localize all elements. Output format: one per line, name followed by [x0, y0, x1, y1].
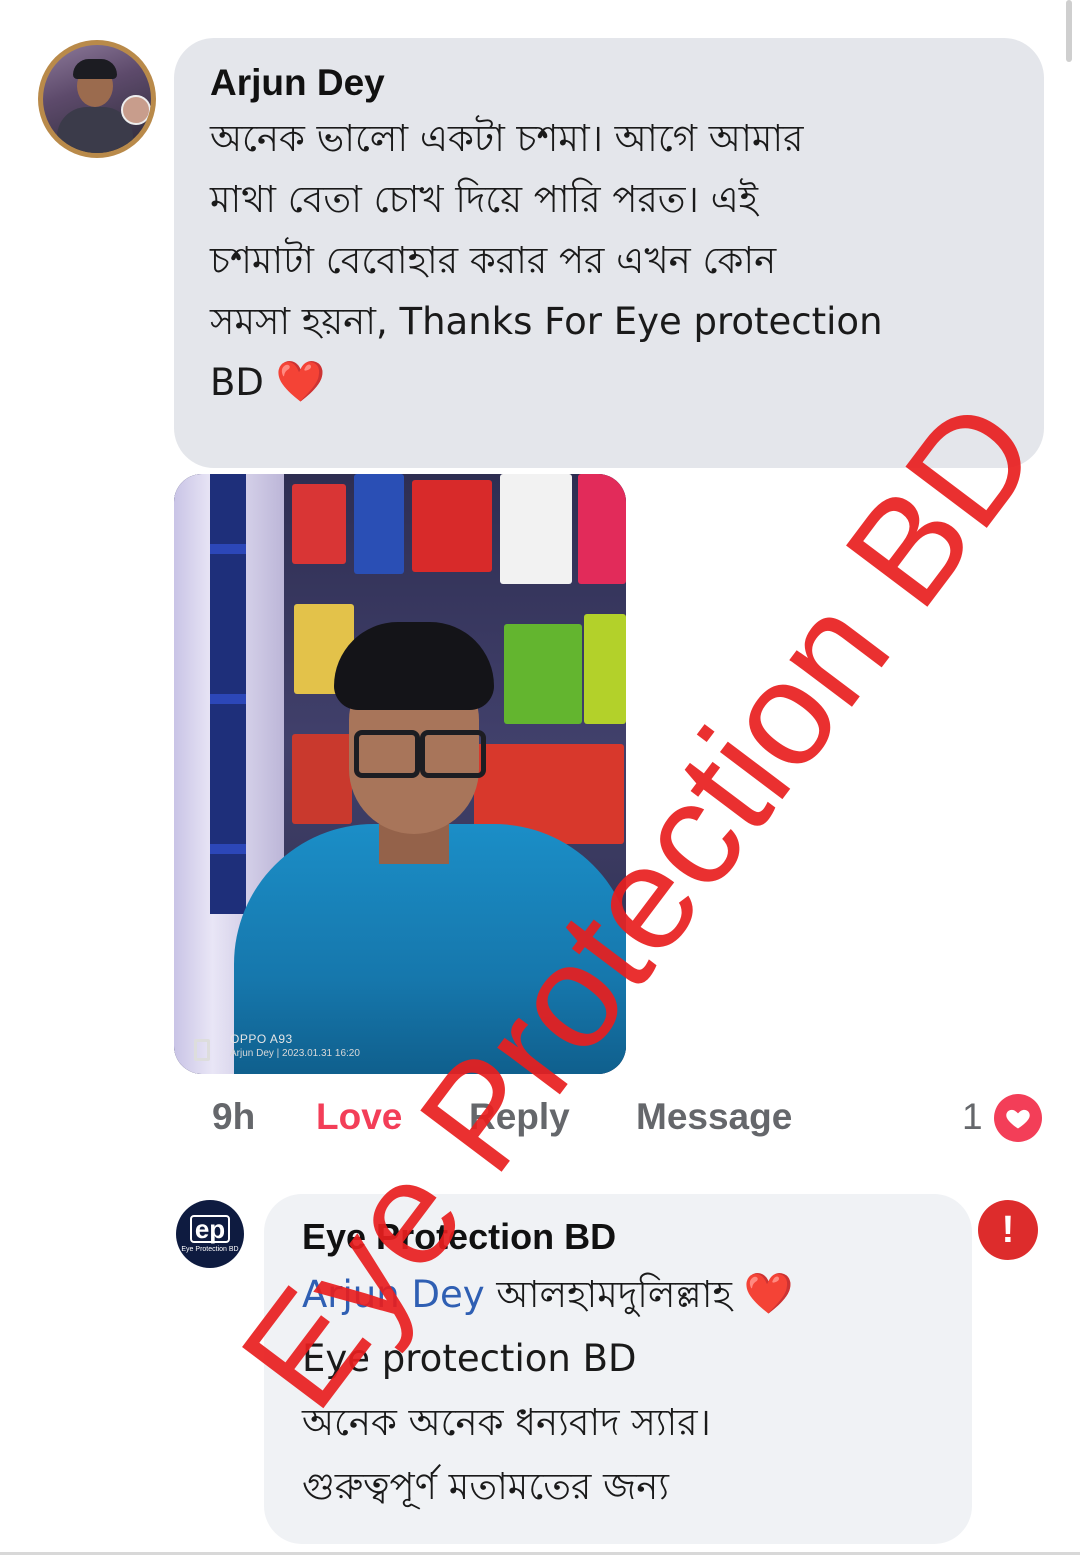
page-avatar[interactable]: ep Eye Protection BD — [176, 1200, 244, 1268]
comment-author[interactable]: Arjun Dey — [210, 60, 1008, 106]
mention-link[interactable]: Arjun Dey — [302, 1273, 485, 1316]
heart-emoji-icon: ❤️ — [743, 1271, 794, 1317]
reply-text: Arjun Dey আলহামদুলিল্লাহ ❤️ Eye protecti… — [302, 1262, 934, 1519]
alert-icon[interactable]: ! — [978, 1200, 1038, 1260]
message-button[interactable]: Message — [636, 1096, 792, 1138]
comment-timestamp[interactable]: 9h — [212, 1096, 255, 1138]
comment-line: অনেক ভালো একটা চশমা। আগে আমার — [210, 117, 804, 160]
love-reaction-icon[interactable] — [994, 1094, 1042, 1142]
page-logo-subtitle: Eye Protection BD — [181, 1245, 239, 1253]
heart-emoji-icon: ❤️ — [275, 359, 326, 405]
reply-button[interactable]: Reply — [469, 1096, 570, 1138]
comment-text: অনেক ভালো একটা চশমা। আগে আমার মাথা বেতা … — [210, 108, 1008, 413]
scrollbar[interactable] — [1066, 0, 1072, 62]
reply-line: গুরুত্বপূর্ণ মতামতের জন্য — [302, 1465, 670, 1508]
comment-line: চশমাটা বেবোহার করার পর এখন কোন — [210, 239, 777, 282]
reply-line: অনেক অনেক ধন্যবাদ স্যার। — [302, 1401, 711, 1444]
reply-bubble: Eye Protection BD Arjun Dey আলহামদুলিল্ল… — [264, 1194, 972, 1544]
page-logo: ep — [189, 1214, 231, 1243]
reply-line: Eye protection BD — [302, 1337, 637, 1380]
comment-photo[interactable]: OPPO A93 Arjun Dey | 2023.01.31 16:20 — [174, 474, 626, 1074]
reply-author[interactable]: Eye Protection BD — [302, 1212, 934, 1262]
reply-line: Arjun Dey আলহামদুলিল্লাহ ❤️ — [302, 1262, 934, 1327]
camera-model: OPPO A93 — [230, 1032, 293, 1046]
reply-line-text: আলহামদুলিল্লাহ — [484, 1273, 744, 1316]
avatar-photo — [43, 45, 151, 153]
reaction-count[interactable]: 1 — [962, 1096, 983, 1138]
comment-line: সমসা হয়না, Thanks For Eye protection — [210, 300, 883, 343]
divider — [0, 1552, 1080, 1555]
photo-caption: Arjun Dey | 2023.01.31 16:20 — [230, 1048, 360, 1059]
comment-line: মাথা বেতা চোখ দিয়ে পারি পরত। এই — [210, 178, 758, 221]
camera-watermark-icon — [194, 1039, 210, 1061]
comment-actions: 9h Love Reply Message 1 — [0, 1094, 1080, 1144]
comment-bubble: Arjun Dey অনেক ভালো একটা চশমা। আগে আমার … — [174, 38, 1044, 468]
commenter-avatar[interactable] — [38, 40, 156, 158]
comment-line-end: BD — [210, 361, 264, 404]
comment-line: BD ❤️ — [210, 352, 1008, 413]
love-button[interactable]: Love — [316, 1096, 402, 1138]
